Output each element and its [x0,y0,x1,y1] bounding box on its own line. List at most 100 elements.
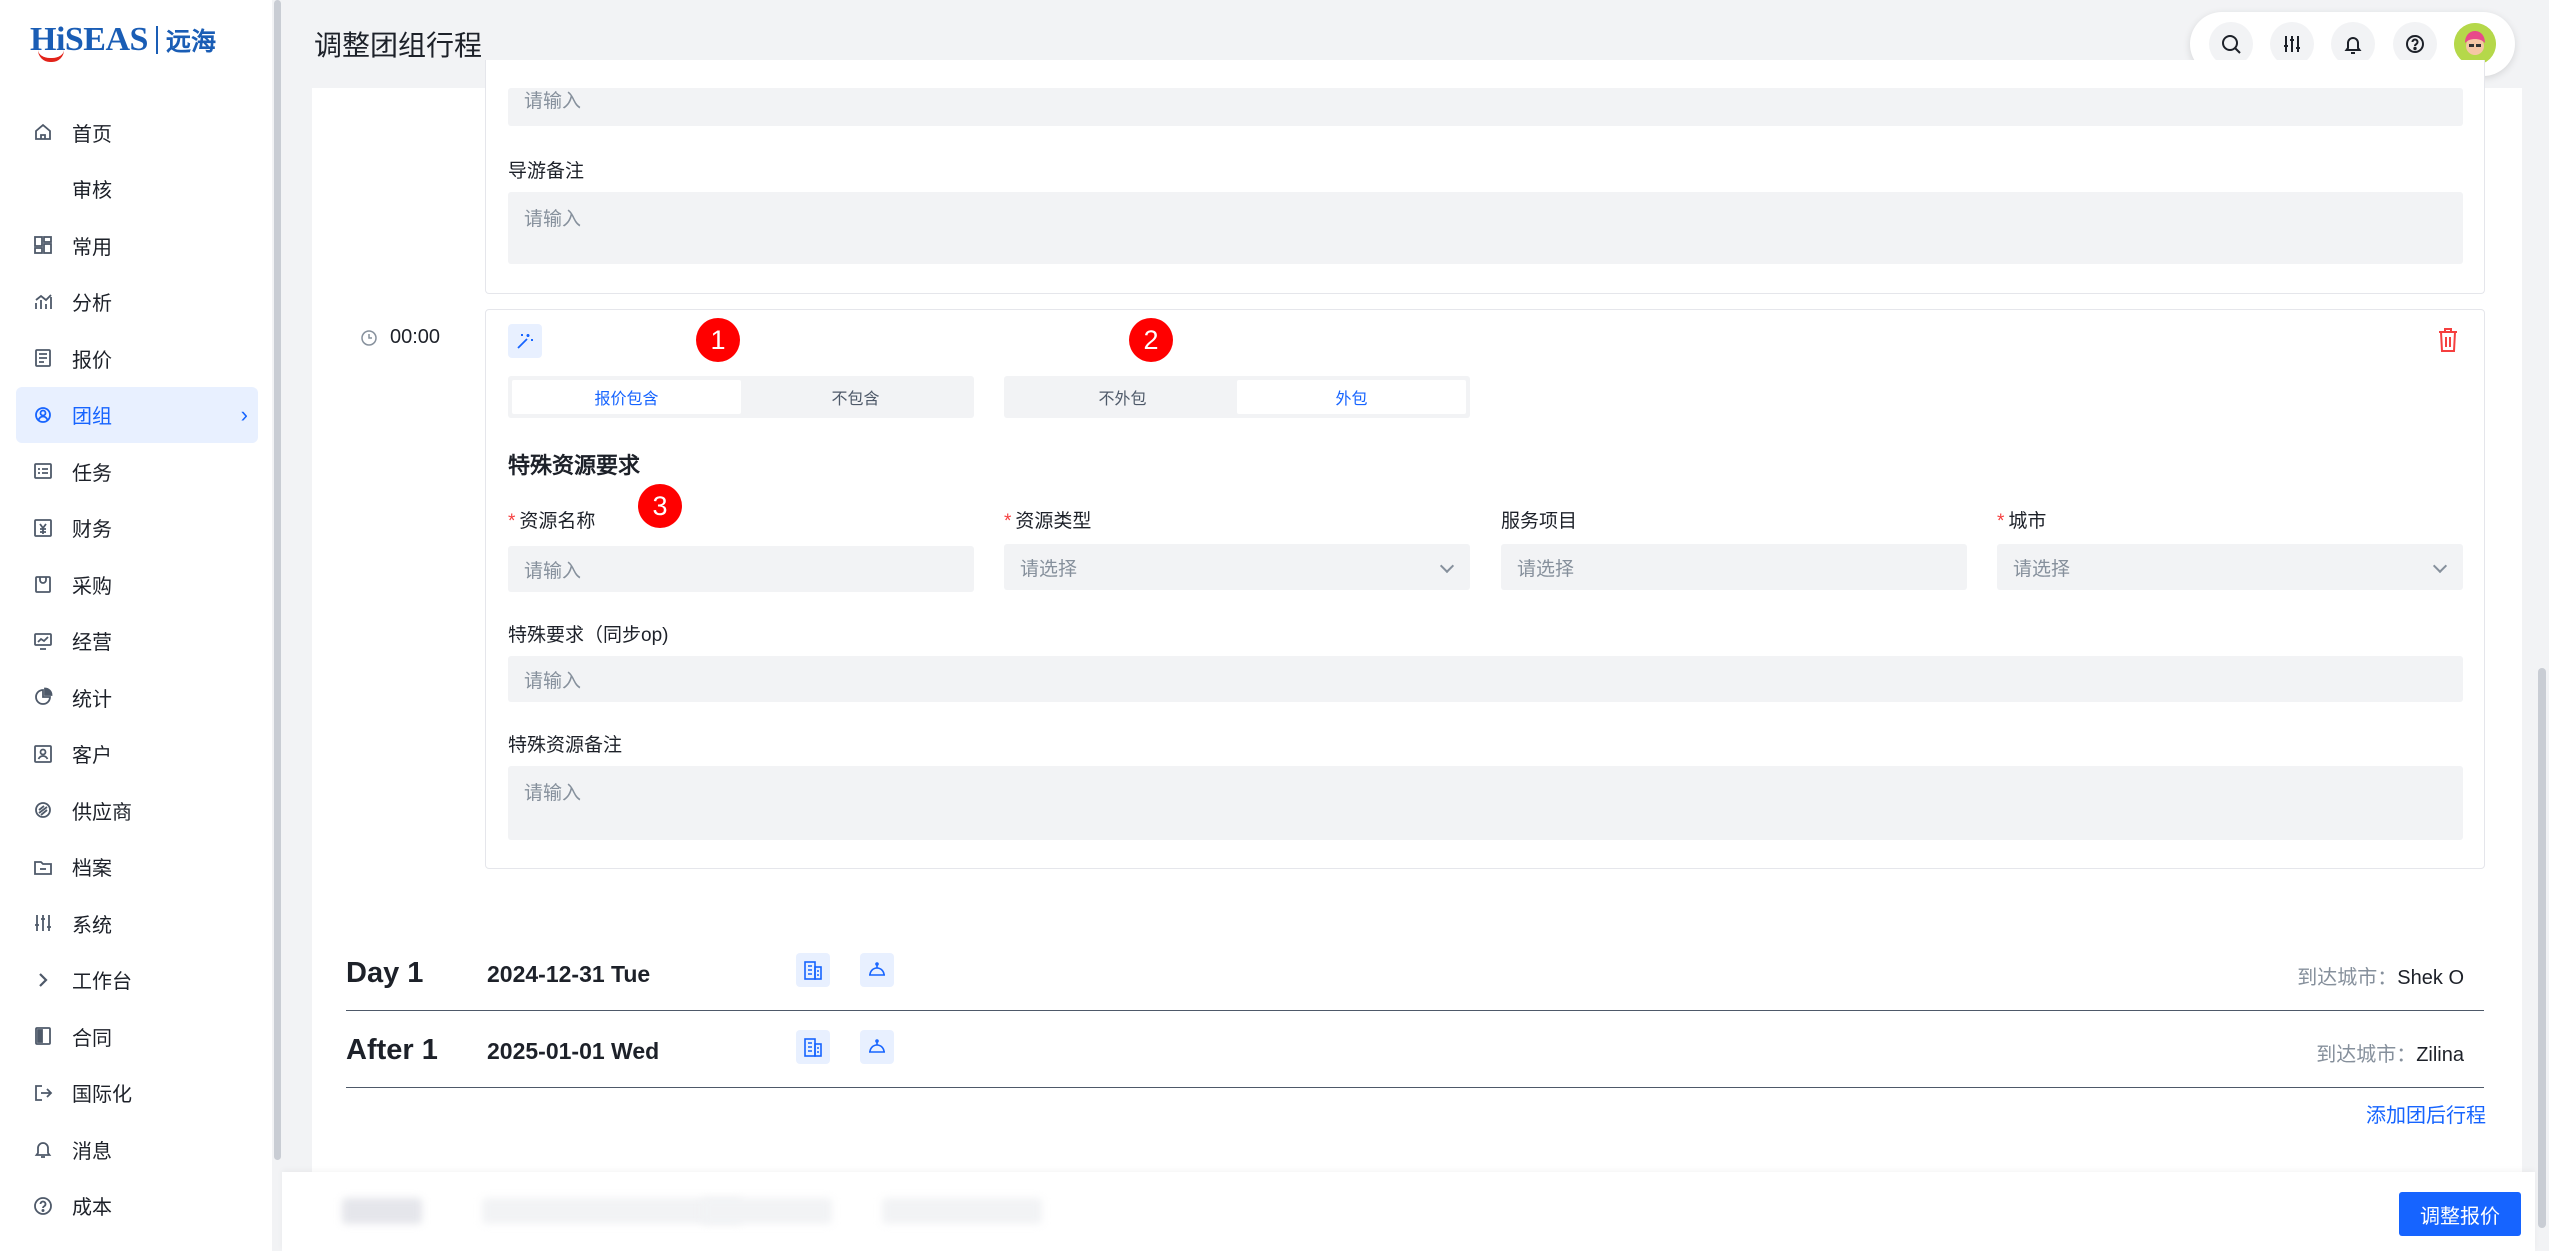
chevron-right-icon [32,969,54,991]
required-mark: * [508,511,516,532]
blurred-summary [702,1198,832,1224]
sidebar-item-i18n[interactable]: 国际化 [16,1065,258,1122]
resource-name-input[interactable]: 请输入 [508,546,974,592]
service-item-select[interactable]: 请选择 [1501,544,1967,590]
sidebar-item-purchase[interactable]: 采购 [16,556,258,613]
sidebar-item-label: 经营 [72,632,112,655]
resource-type-placeholder: 请选择 [1020,558,1078,580]
sidebar-item-finance[interactable]: 财务 [16,500,258,557]
meal-button[interactable] [860,1030,894,1064]
sidebar-item-label: 报价 [72,349,112,372]
sidebar-item-messages[interactable]: 消息 [16,1121,258,1178]
sidebar-item-quote[interactable]: 报价 [16,330,258,387]
service-item-label: 服务项目 [1501,511,1578,532]
brand-logo[interactable]: HiSEAS 远海 [30,18,216,62]
sidebar-item-label: 团组 [72,406,112,429]
sidebar-item-operation[interactable]: 经营 [16,613,258,670]
city-placeholder: 请选择 [2013,558,2071,580]
sliders-icon [2284,36,2301,52]
home-icon [32,121,54,143]
sidebar-item-label: 档案 [72,858,112,881]
special-req-input[interactable]: 请输入 [508,656,2463,702]
sidebar-item-label: 客户 [72,745,112,768]
sidebar-item-group[interactable]: 团组 › [16,386,258,443]
time-indicator: 00:00 [360,326,440,349]
section-title: 特殊资源要求 [508,453,641,478]
folder-icon [32,856,54,878]
day-row[interactable]: Day 1 2024-12-31 Tue 到达城市：Shek O [346,935,2484,1011]
contract-icon [32,1025,54,1047]
sidebar-item-contract[interactable]: 合同 [16,1008,258,1065]
scrollbar-thumb[interactable] [274,0,281,1160]
sidebar-menu: 首页 审核 常用 分析 报价 团组 › 任务 财务 采购 经营 统计 客户 供应… [16,104,258,1234]
sidebar-item-label: 系统 [72,914,112,937]
sidebar-item-cost[interactable]: 成本 [16,1178,258,1235]
arrival-city: 到达城市：Zilina [2316,1038,2464,1067]
sidebar-item-system[interactable]: 系统 [16,895,258,952]
customer-icon [32,743,54,765]
day-date: 2024-12-31 Tue [487,961,651,987]
sidebar-item-label: 成本 [72,1197,112,1220]
sidebar-item-home[interactable]: 首页 [16,104,258,161]
sidebar-item-common[interactable]: 常用 [16,217,258,274]
avatar[interactable] [2454,23,2497,65]
guide-note-textarea[interactable]: 请输入 [508,192,2463,264]
add-after-trip-link[interactable]: 添加团后行程 [2366,1099,2486,1128]
resource-type-select[interactable]: 请选择 [1004,544,1470,590]
sidebar-item-review[interactable]: 审核 [16,161,258,218]
sidebar-item-label: 供应商 [72,801,132,824]
sidebar-item-label: 消息 [72,1140,112,1163]
purchase-icon [32,573,54,595]
day-date: 2025-01-01 Wed [487,1038,660,1064]
sidebar-item-workbench[interactable]: 工作台 [16,952,258,1009]
main-scrollbar[interactable] [2535,88,2549,1251]
sidebar-item-analysis[interactable]: 分析 [16,274,258,331]
special-note-textarea[interactable]: 请输入 [508,766,2463,840]
adjust-quote-button[interactable]: 调整报价 [2399,1192,2521,1236]
required-mark: * [1004,511,1012,532]
delete-button[interactable] [2436,326,2462,356]
city-select[interactable]: 请选择 [1997,544,2463,590]
quote-include-option[interactable]: 报价包含 [512,380,741,414]
hotel-button[interactable] [796,1030,830,1064]
sidebar-item-label: 合同 [72,1027,112,1050]
hotel-button[interactable] [796,953,830,987]
sidebar-item-task[interactable]: 任务 [16,443,258,500]
meal-button[interactable] [860,953,894,987]
arrival-city: 到达城市：Shek O [2297,961,2464,990]
city-label: * 城市 [1997,506,2046,533]
logo-divider [155,26,158,54]
quote-exclude-option[interactable]: 不包含 [741,380,970,414]
chevron-down-icon [1439,558,1455,574]
not-outsource-option[interactable]: 不外包 [1008,380,1237,414]
time-text: 00:00 [390,326,441,348]
annotation-badge-2: 2 [1129,318,1173,362]
arrival-city-label: 到达城市： [2297,967,2398,989]
finance-icon [32,517,54,539]
grid-icon [32,234,54,256]
document-icon [32,347,54,369]
blurred-summary [342,1198,422,1224]
sidebar-scrollbar[interactable] [272,0,282,1251]
logo-smile-mark [38,50,64,62]
monitor-icon [32,630,54,652]
chevron-down-icon [2432,558,2448,574]
magic-wand-icon [517,334,533,349]
arrival-city-value: Shek O [2397,967,2464,989]
trash-icon [2439,328,2457,352]
help-icon [2405,35,2424,53]
sidebar-item-customer[interactable]: 客户 [16,726,258,783]
sidebar-item-statistics[interactable]: 统计 [16,669,258,726]
required-mark: * [1997,511,2005,532]
scrollbar-thumb[interactable] [2538,668,2546,1228]
outsource-option[interactable]: 外包 [1237,380,1466,414]
day-row[interactable]: After 1 2025-01-01 Wed 到达城市：Zilina [346,1012,2484,1088]
day-label: Day 1 [346,957,424,989]
sidebar-item-archive[interactable]: 档案 [16,839,258,896]
arrival-city-value: Zilina [2416,1044,2464,1066]
sidebar-item-label: 首页 [72,123,112,146]
magic-wand-button[interactable] [508,324,542,358]
pie-chart-icon [32,686,54,708]
sidebar-item-supplier[interactable]: 供应商 [16,782,258,839]
top-input[interactable]: 请输入 [508,88,2463,126]
